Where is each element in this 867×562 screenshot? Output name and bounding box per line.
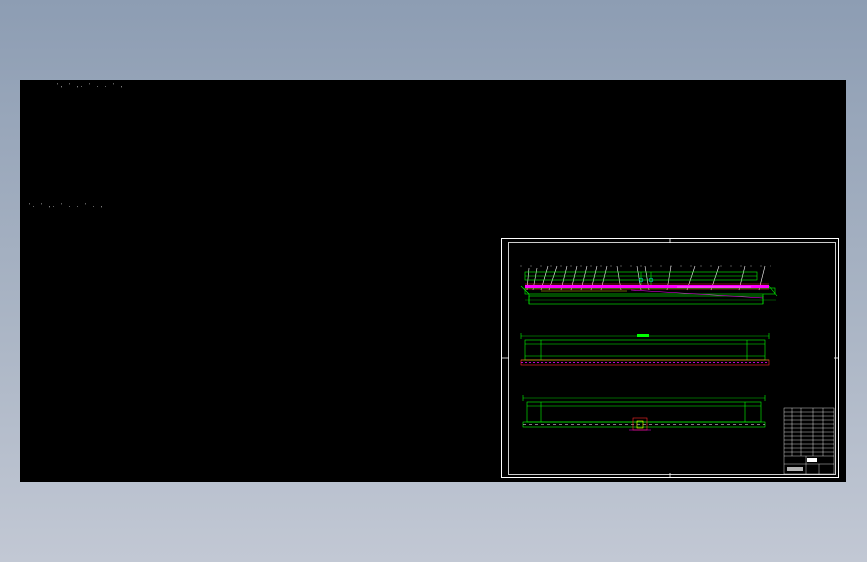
bottom-view-rail [522, 417, 766, 431]
sheet-outer-frame [501, 238, 839, 478]
top-view [520, 333, 770, 366]
sheet-inner-frame [508, 242, 836, 475]
title-block [783, 407, 835, 475]
drawing-sheet[interactable] [501, 238, 839, 478]
bottom-view [522, 395, 766, 431]
drawing-note-top: ', ' ,. ' . . ' , [56, 83, 125, 89]
side-view [520, 265, 778, 305]
cad-model-space[interactable]: ', ' ,. ' . . ' , '. ' ,. ' . . ' . , [20, 80, 846, 482]
drawing-note-middle: '. ' ,. ' . . ' . , [28, 203, 105, 209]
top-view-rail [520, 359, 770, 366]
